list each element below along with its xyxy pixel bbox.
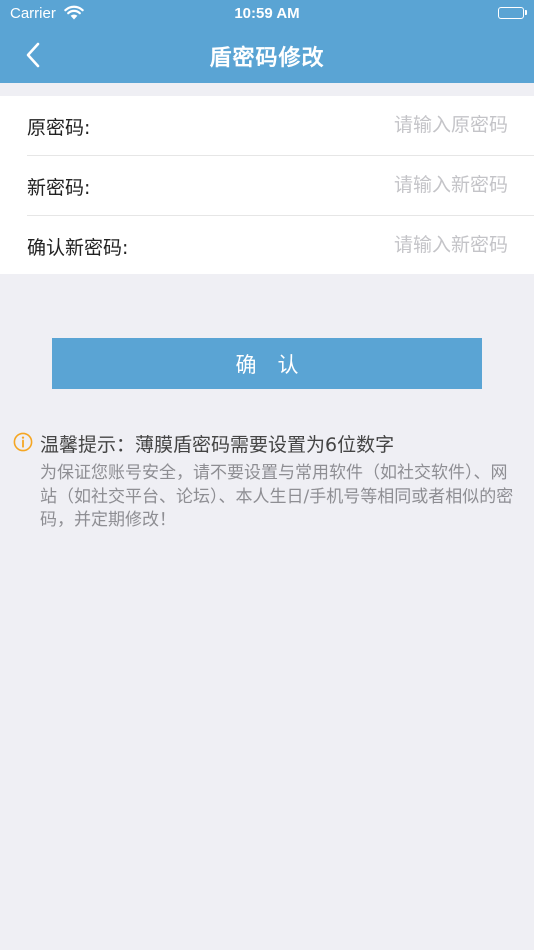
info-icon [13, 432, 33, 452]
status-time: 10:59 AM [234, 5, 300, 22]
status-bar: Carrier 10:59 AM [0, 0, 534, 28]
password-form: 原密码: 新密码: 确认新密码: [0, 96, 534, 274]
confirm-password-label: 确认新密码: [27, 237, 129, 259]
tip-title: 温馨提示：薄膜盾密码需要设置为6位数字 [40, 434, 395, 456]
confirm-password-input[interactable] [208, 229, 508, 261]
new-password-input[interactable] [208, 169, 508, 201]
top-bar: Carrier 10:59 AM 盾密码修改 [0, 0, 534, 83]
navigation-bar: 盾密码修改 [0, 28, 534, 83]
confirm-button[interactable]: 确 认 [52, 338, 482, 389]
tip-body: 为保证您账号安全，请不要设置与常用软件（如社交软件）、网站（如社交平台、论坛）、… [40, 463, 514, 530]
confirm-password-row: 确认新密码: [27, 216, 534, 275]
old-password-label: 原密码: [27, 117, 91, 139]
old-password-row: 原密码: [27, 96, 534, 156]
new-password-label: 新密码: [27, 177, 91, 199]
page-title: 盾密码修改 [209, 46, 325, 71]
new-password-row: 新密码: [27, 156, 534, 216]
old-password-input[interactable] [208, 109, 508, 141]
battery-icon [498, 7, 527, 19]
